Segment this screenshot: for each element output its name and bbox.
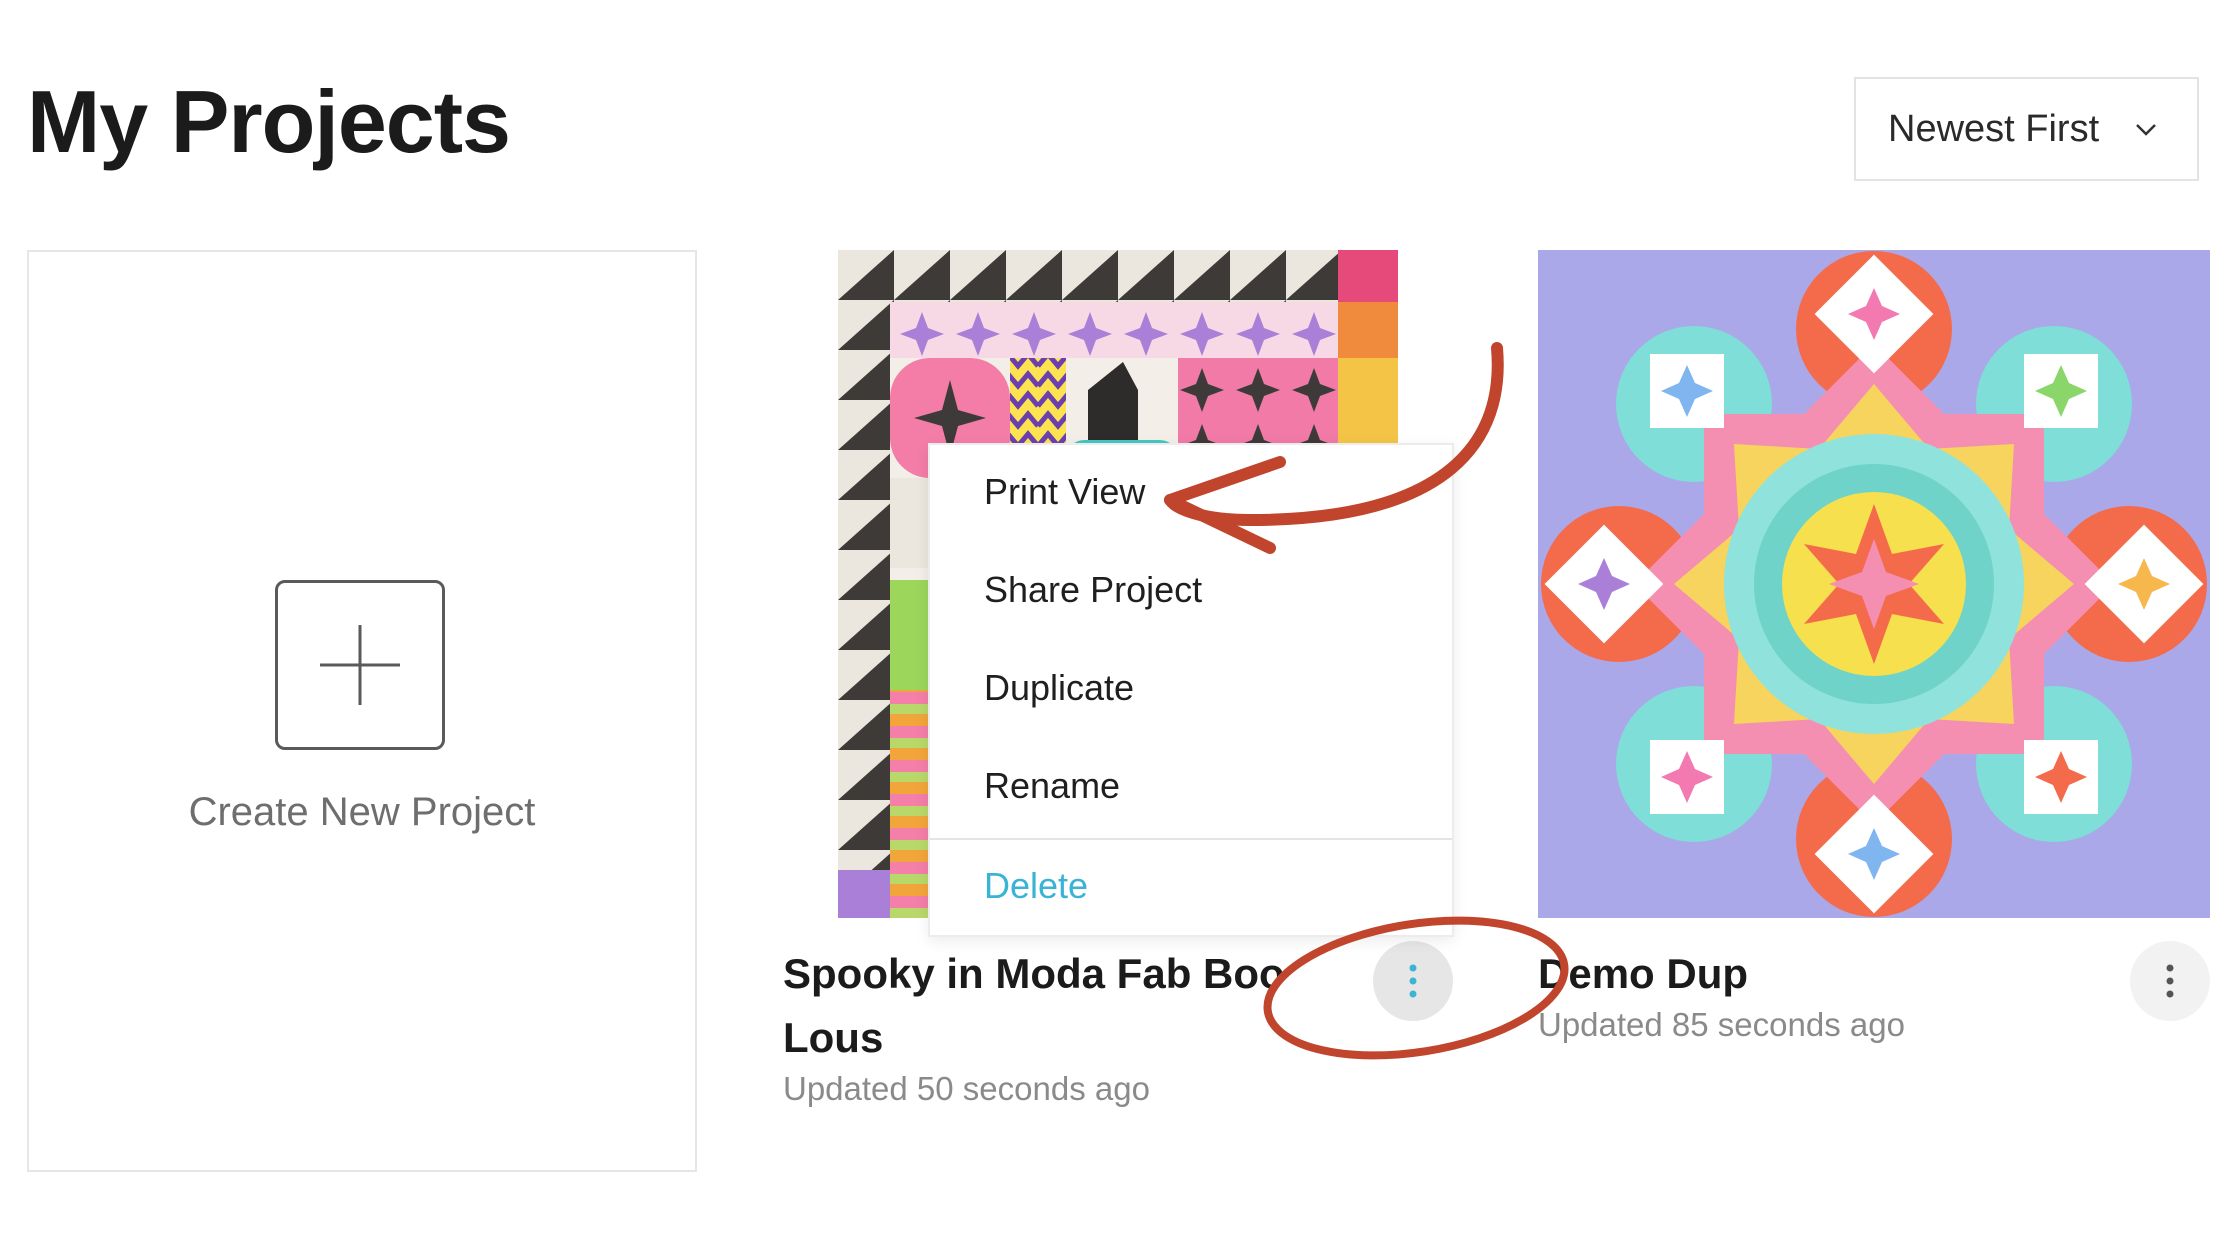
mandala-quilt-image bbox=[1538, 250, 2210, 918]
chevron-down-icon bbox=[2136, 124, 2156, 136]
project-thumbnail[interactable] bbox=[1538, 250, 2210, 918]
project-title[interactable]: Spooky in Moda Fab Boo bbox=[783, 942, 1285, 1006]
create-new-project-label: Create New Project bbox=[188, 790, 536, 834]
menu-item-print-view[interactable]: Print View bbox=[984, 471, 1145, 513]
project-updated-time: Updated 85 seconds ago bbox=[1538, 1006, 1905, 1043]
more-vertical-icon bbox=[1409, 964, 1417, 998]
project-menu-button[interactable] bbox=[1373, 941, 1453, 1021]
project-updated-time: Updated 50 seconds ago bbox=[783, 1070, 1150, 1107]
menu-divider bbox=[930, 838, 1452, 840]
menu-item-rename[interactable]: Rename bbox=[984, 765, 1120, 807]
project-title-continued[interactable]: Lous bbox=[783, 1006, 883, 1070]
plus-icon bbox=[275, 580, 445, 750]
create-new-project-card[interactable]: Create New Project bbox=[27, 250, 697, 1172]
project-menu-button[interactable] bbox=[2130, 941, 2210, 1021]
more-vertical-icon bbox=[2166, 964, 2174, 998]
sort-select[interactable]: Newest First bbox=[1854, 77, 2199, 181]
menu-item-duplicate[interactable]: Duplicate bbox=[984, 667, 1134, 709]
sort-select-value: Newest First bbox=[1888, 107, 2100, 150]
project-title[interactable]: Demo Dup bbox=[1538, 942, 1748, 1006]
menu-item-share-project[interactable]: Share Project bbox=[984, 569, 1202, 611]
project-context-menu: Print View Share Project Duplicate Renam… bbox=[928, 443, 1454, 937]
menu-item-delete[interactable]: Delete bbox=[984, 865, 1088, 907]
page-title: My Projects bbox=[27, 72, 511, 171]
